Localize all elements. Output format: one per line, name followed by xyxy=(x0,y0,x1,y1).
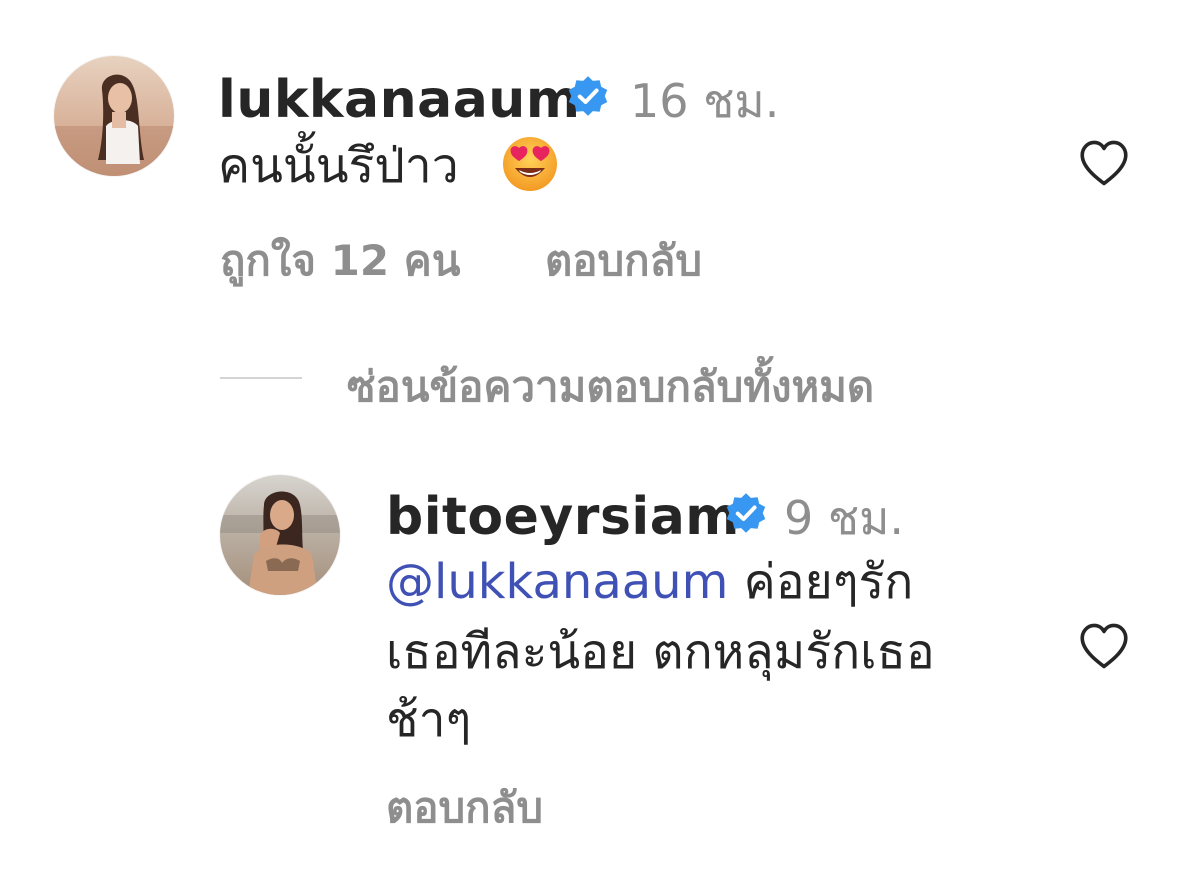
mention-link[interactable]: @lukkanaaum xyxy=(386,554,728,610)
comment-like-heart-icon[interactable] xyxy=(1075,134,1133,192)
reply-body-line-1: ค่อยๆรัก xyxy=(743,554,914,610)
reply-like-heart-icon[interactable] xyxy=(1075,617,1133,675)
reply-timestamp[interactable]: 9 ชม. xyxy=(784,495,904,541)
reply-reply-button[interactable]: ตอบกลับ xyxy=(386,787,543,829)
replies-divider xyxy=(220,377,302,379)
comment-likes-count[interactable]: ถูกใจ 12 คน xyxy=(220,240,460,282)
hide-replies-button[interactable]: ซ่อนข้อความตอบกลับทั้งหมด xyxy=(347,366,874,408)
avatar-lukkanaaum[interactable] xyxy=(54,56,174,176)
comment-reply-button[interactable]: ตอบกลับ xyxy=(545,240,702,282)
comment-timestamp[interactable]: 16 ชม. xyxy=(630,78,779,124)
reply-text-line-2: เธอทีละน้อย ตกหลุมรักเธอ xyxy=(386,624,935,680)
avatar-bitoeyrsiam[interactable] xyxy=(220,475,340,595)
comment-username[interactable]: lukkanaaum xyxy=(218,74,581,126)
comment-text: คนนั้นรึป่าว xyxy=(218,134,459,198)
verified-badge-icon xyxy=(726,493,766,533)
reply-text-line-1: @lukkanaaum ค่อยๆรัก xyxy=(386,550,913,614)
comment-body: คนนั้นรึป่าว xyxy=(218,138,459,194)
heart-eyes-emoji-icon xyxy=(503,137,557,191)
verified-badge-icon xyxy=(568,76,608,116)
reply-text-line-3: ช้าๆ xyxy=(386,692,472,748)
reply-username[interactable]: bitoeyrsiam xyxy=(386,491,740,543)
